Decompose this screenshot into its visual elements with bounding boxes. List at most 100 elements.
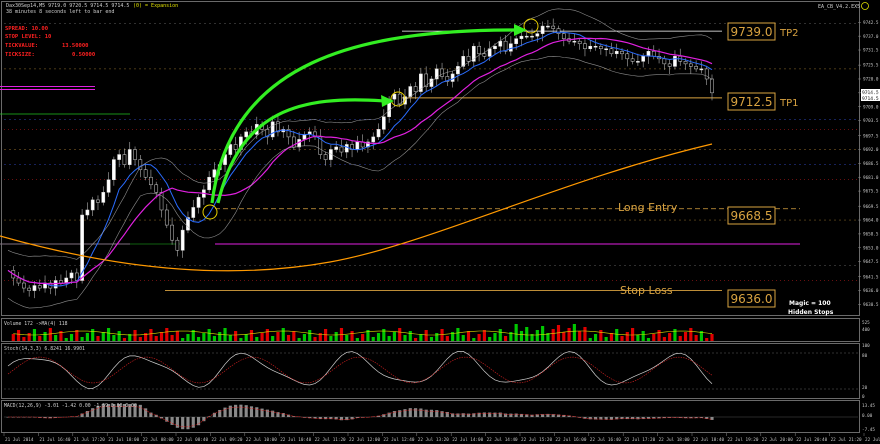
volume-bar xyxy=(599,330,603,341)
x-axis-tick-label: 22 Jul 17:20 xyxy=(624,437,655,443)
volume-bar xyxy=(101,332,105,341)
volume-bar xyxy=(472,338,476,341)
stoch-scale-label: 100 xyxy=(862,343,870,349)
x-axis-tick-label: 22 Jul 16:40 xyxy=(590,437,621,443)
volume-bar xyxy=(281,328,285,341)
current-price-2: 9714.5 xyxy=(862,96,879,102)
candle-bull xyxy=(456,66,460,75)
y-axis-tick-label: 9720.0 xyxy=(863,77,879,83)
y-axis-tick-label: 9697.5 xyxy=(863,133,879,139)
x-axis-tick-label: 22 Jul 20:00 xyxy=(762,437,793,443)
candle-bull xyxy=(270,121,275,138)
macd-histogram-bar xyxy=(234,404,238,417)
candle-bear xyxy=(583,43,587,49)
volume-bar xyxy=(429,337,434,341)
volume-bar xyxy=(302,334,306,341)
volume-bar xyxy=(604,337,608,341)
volume-bar xyxy=(228,335,232,341)
candle-bear xyxy=(710,78,714,94)
macd-histogram-bar xyxy=(249,406,254,417)
volume-bar xyxy=(334,332,338,341)
volume-bar xyxy=(519,331,524,341)
candle-bear xyxy=(625,53,630,60)
volume-bar xyxy=(17,330,21,341)
candle-bear xyxy=(620,51,624,55)
candle-bear xyxy=(609,48,614,55)
volume-bar xyxy=(503,336,508,341)
volume-bar xyxy=(276,332,280,341)
candle-bear xyxy=(599,45,603,49)
candle-bull xyxy=(493,45,497,49)
volume-bar xyxy=(234,331,238,341)
volume-bar xyxy=(64,338,68,341)
volume-bar xyxy=(657,330,661,341)
x-axis-tick-label: 22 Jul 18:40 xyxy=(693,437,724,443)
candle-bull xyxy=(699,68,704,71)
candle-bear xyxy=(556,28,561,34)
candle-bear xyxy=(561,33,566,39)
volume-bar xyxy=(11,334,15,341)
candle-bear xyxy=(143,169,148,178)
candle-bear xyxy=(630,58,635,62)
candle-bull xyxy=(524,35,529,38)
volume-bar xyxy=(392,332,396,341)
x-axis-tick-label: 21 Jul 2014 xyxy=(5,437,34,443)
candle-bear xyxy=(133,149,137,160)
tp1-label-box: 9712.5 xyxy=(727,92,776,111)
volume-bar xyxy=(170,335,174,341)
candle-bear xyxy=(233,144,238,150)
volume-bar xyxy=(572,324,576,341)
volume-bar xyxy=(154,336,158,341)
y-axis-tick-label: 9692.0 xyxy=(863,147,879,153)
x-axis-tick-label: 22 Jul 11:20 xyxy=(315,437,346,443)
volume-bar xyxy=(345,335,349,341)
y-axis-tick-label: 9725.5 xyxy=(863,63,879,69)
candle-bear xyxy=(16,277,21,284)
volume-bar xyxy=(96,336,100,341)
candle-bear xyxy=(689,63,693,67)
y-axis-tick-label: 9681.0 xyxy=(863,175,879,181)
candle-bull xyxy=(112,159,116,180)
volume-bar xyxy=(22,337,26,341)
x-axis-tick-label: 22 Jul 13:20 xyxy=(418,437,449,443)
volume-bar xyxy=(27,333,31,341)
x-axis-tick-label: 22 Jul 18:00 xyxy=(659,437,690,443)
y-axis-tick-label: 9664.0 xyxy=(863,218,879,224)
x-axis-tick-label: 22 Jul 20:40 xyxy=(796,437,827,443)
long-entry-label: Long Entry xyxy=(618,201,678,214)
candle-bull xyxy=(69,272,74,279)
volume-bar xyxy=(186,334,190,341)
volume-bar xyxy=(683,332,688,341)
macd-histogram-bar xyxy=(710,417,714,420)
y-axis-tick-label: 9737.0 xyxy=(863,34,879,40)
x-axis-tick-label: 22 Jul 08:00 xyxy=(143,437,174,443)
volume-bar xyxy=(69,334,74,341)
volume-bar xyxy=(249,330,254,341)
volume-bar xyxy=(562,332,566,341)
volume-bar xyxy=(551,329,555,341)
volume-bar xyxy=(239,338,243,341)
macd-histogram-bar xyxy=(414,408,418,417)
volume-bar xyxy=(440,329,444,341)
stoch-label: Stoch(14,3,3) 6.8241 16.9901 xyxy=(4,346,85,352)
volume-bar xyxy=(641,331,645,341)
volume-bar xyxy=(652,334,656,341)
macd-histogram-bar xyxy=(424,409,428,417)
volume-bar xyxy=(424,330,428,341)
candle-bull xyxy=(180,229,185,251)
candle-bull xyxy=(371,136,376,143)
volume-bar xyxy=(482,330,486,341)
macd-scale-label: 0.00 xyxy=(862,413,873,419)
candle-bull xyxy=(244,131,249,138)
spread-label: SPREAD: 10.00 xyxy=(5,26,48,32)
candle-bull xyxy=(673,56,677,67)
y-axis-tick-label: 9653.0 xyxy=(863,245,879,251)
volume-bar xyxy=(43,332,47,341)
trading-chart[interactable]: Dax30Sep14,M5 9719.0 9720.5 9714.5 9714.… xyxy=(0,0,880,444)
x-axis-tick-label: 22 Jul 14:00 xyxy=(452,437,483,443)
candle-bear xyxy=(413,86,418,92)
volume-bar xyxy=(350,331,354,341)
candle-bear xyxy=(37,285,42,289)
candle-bear xyxy=(651,51,656,57)
stoch-scale-label: 0 xyxy=(862,394,865,400)
